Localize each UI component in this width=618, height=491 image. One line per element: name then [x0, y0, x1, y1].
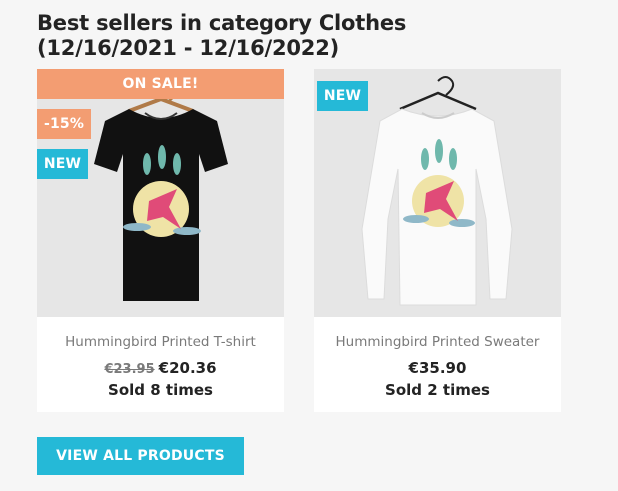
title-line-1: Best sellers in category Clothes — [37, 11, 407, 35]
on-sale-badge: ON SALE! — [37, 69, 284, 99]
sale-price: €20.36 — [158, 359, 217, 377]
discount-badge: -15% — [37, 109, 91, 139]
price: €35.90 — [408, 359, 467, 377]
price-row: €35.90 — [314, 359, 561, 377]
sold-count: Sold 2 times — [385, 381, 490, 399]
product-name[interactable]: Hummingbird Printed T-shirt — [37, 334, 284, 350]
product-image-sweater[interactable]: NEW — [314, 69, 561, 317]
sold-count: Sold 8 times — [108, 381, 213, 399]
product-card-sweater[interactable]: NEW Hummingbird Printed Sweater €35.90 S… — [314, 69, 561, 412]
regular-price: €23.95 — [104, 362, 155, 377]
title-line-2: (12/16/2021 - 12/16/2022) — [37, 36, 340, 60]
tshirt-image — [94, 81, 228, 301]
product-card-tshirt[interactable]: ON SALE! -15% NEW Hummingbird Printed T-… — [37, 69, 284, 412]
page-title: Best sellers in category Clothes (12/16/… — [37, 11, 406, 61]
product-image-tshirt[interactable]: ON SALE! -15% NEW — [37, 69, 284, 317]
price-row: €23.95 €20.36 — [37, 359, 284, 377]
new-badge: NEW — [317, 81, 368, 111]
new-badge: NEW — [37, 149, 88, 179]
product-name[interactable]: Hummingbird Printed Sweater — [314, 334, 561, 350]
view-all-products-button[interactable]: VIEW ALL PRODUCTS — [37, 437, 244, 475]
